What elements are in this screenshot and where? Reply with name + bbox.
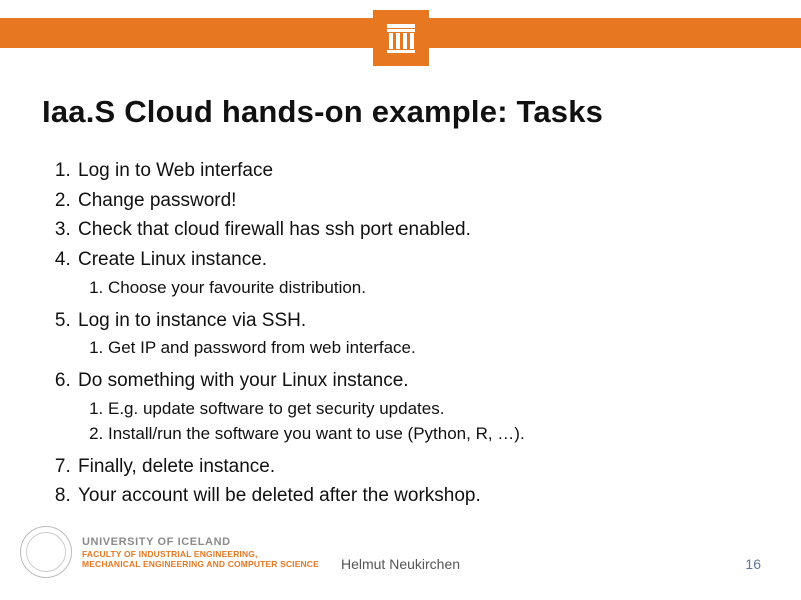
sub-list: Get IP and password from web interface. <box>78 336 759 361</box>
list-item: Change password! <box>76 186 759 216</box>
sub-list: E.g. update software to get security upd… <box>78 397 759 447</box>
university-name: UNIVERSITY OF ICELAND <box>82 536 319 548</box>
list-item: Your account will be deleted after the w… <box>76 481 759 511</box>
footer-logo: UNIVERSITY OF ICELAND FACULTY OF INDUSTR… <box>20 526 319 578</box>
header-logo-icon <box>373 10 429 66</box>
footer-author: Helmut Neukirchen <box>341 556 460 572</box>
list-item: E.g. update software to get security upd… <box>108 397 759 422</box>
footer-page-number: 16 <box>745 556 761 572</box>
faculty-line-2: MECHANICAL ENGINEERING AND COMPUTER SCIE… <box>82 559 319 569</box>
list-item: Get IP and password from web interface. <box>108 336 759 361</box>
list-item: Log in to instance via SSH. Get IP and p… <box>76 306 759 367</box>
list-item: Check that cloud firewall has ssh port e… <box>76 215 759 245</box>
task-list: Log in to Web interface Change password!… <box>42 156 759 511</box>
list-item: Install/run the software you want to use… <box>108 422 759 447</box>
list-item: Do something with your Linux instance. E… <box>76 366 759 452</box>
slide-title: Iaa.S Cloud hands-on example: Tasks <box>42 94 759 130</box>
sub-list: Choose your favourite distribution. <box>78 276 759 301</box>
list-item-text: Log in to instance via SSH. <box>78 310 306 331</box>
university-seal-icon <box>20 526 72 578</box>
list-item-text: Create Linux instance. <box>78 249 267 270</box>
list-item-text: Do something with your Linux instance. <box>78 370 409 391</box>
list-item: Log in to Web interface <box>76 156 759 186</box>
list-item: Finally, delete instance. <box>76 452 759 482</box>
faculty-line-1: FACULTY OF INDUSTRIAL ENGINEERING, <box>82 549 319 559</box>
list-item: Create Linux instance. Choose your favou… <box>76 245 759 306</box>
list-item: Choose your favourite distribution. <box>108 276 759 301</box>
